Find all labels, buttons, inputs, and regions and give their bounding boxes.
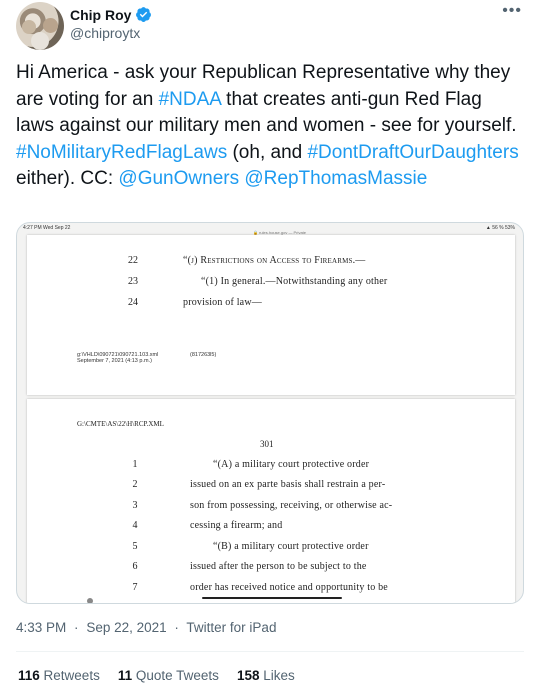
quote-tweets-count: 11: [117, 668, 133, 683]
footer-id: (817263l5): [190, 352, 217, 358]
line-number: 7: [132, 582, 138, 593]
line-text: “(B) a military court protective order: [213, 541, 369, 552]
document-page-1: 22 “(j) Restrictions on Access to Firear…: [27, 235, 515, 395]
status-time: 4:27 PM Wed Sep 22: [23, 225, 71, 231]
line-number: 22: [128, 255, 138, 266]
tweet-header: Chip Roy @chiproytx •••: [16, 0, 526, 52]
home-indicator: [202, 597, 342, 599]
retweets-label: Retweets: [43, 668, 100, 683]
line-number: 2: [132, 479, 138, 490]
tweet-time[interactable]: 4:33 PM: [16, 620, 66, 635]
divider: [16, 651, 524, 652]
quote-tweets-label: Quote Tweets: [135, 668, 219, 683]
avatar-figure: [22, 20, 36, 34]
tweet-text-segment: (oh, and: [227, 141, 308, 163]
line-text: “(1) In general.—Notwithstanding any oth…: [201, 276, 388, 287]
line-number: 24: [128, 297, 138, 308]
tweet-text-segment: either). CC:: [16, 168, 119, 189]
tweet-date[interactable]: Sep 22, 2021: [86, 620, 166, 635]
line-text: son from possessing, receiving, or other…: [190, 500, 393, 511]
hashtag-link[interactable]: #NDAA: [159, 89, 221, 110]
verified-badge-icon: [136, 7, 152, 22]
line-number: 4: [132, 520, 138, 531]
footer-date: September 7, 2021 (4:13 p.m.): [77, 358, 152, 364]
mention-link[interactable]: @RepThomasMassie: [244, 168, 427, 189]
likes-stat[interactable]: 158 Likes: [237, 668, 295, 683]
display-name[interactable]: Chip Roy: [70, 7, 131, 23]
author-name-row[interactable]: Chip Roy: [70, 6, 152, 23]
line-number: 6: [132, 561, 138, 572]
likes-label: Likes: [263, 668, 295, 683]
line-text: “(A) a military court protective order: [213, 459, 370, 470]
hashtag-link[interactable]: #NoMilitaryRedFlagLaws: [16, 142, 227, 163]
mention-link[interactable]: @GunOwners: [118, 168, 239, 189]
scroll-indicator-dot: [87, 598, 93, 603]
line-text: issued on an ex parte basis shall restra…: [190, 479, 386, 490]
hashtag-link[interactable]: #DontDraftOurDaughters: [307, 142, 518, 163]
avatar-figure: [43, 18, 58, 33]
retweets-stat[interactable]: 116 Retweets: [18, 668, 100, 683]
separator: ·: [74, 620, 79, 635]
quote-tweets-stat[interactable]: 11 Quote Tweets: [118, 668, 219, 683]
line-text: provision of law—: [183, 297, 262, 308]
separator: ·: [174, 620, 179, 635]
line-text: cessing a firearm; and: [190, 520, 283, 531]
likes-count: 158: [236, 668, 260, 683]
avatar-figure: [31, 32, 49, 50]
line-text: issued after the person to be subject to…: [190, 561, 367, 572]
more-options-icon[interactable]: •••: [502, 3, 522, 19]
document-page-2: G:\CMTE\AS\22\H\RCP.XML 301 1 “(A) a mil…: [27, 399, 515, 603]
retweets-count: 116: [18, 668, 40, 683]
tweet-metadata: 4:33 PM · Sep 22, 2021 · Twitter for iPa…: [16, 620, 276, 635]
tweet-text: Hi America - ask your Republican Represe…: [16, 60, 521, 193]
line-number: 5: [132, 541, 138, 552]
tweet-media-image[interactable]: 4:27 PM Wed Sep 22 🔒 rules.house.gov — P…: [16, 222, 524, 604]
line-number: 1: [132, 459, 138, 470]
avatar[interactable]: [16, 2, 64, 50]
line-text: order has received notice and opportunit…: [190, 582, 388, 593]
line-text: “(j) Restrictions on Access to Firearms.…: [183, 255, 366, 266]
status-battery: ▲ 56 % 53%: [485, 225, 515, 231]
tweet-stats: 116 Retweets 11 Quote Tweets 158 Likes: [18, 668, 295, 683]
ipad-status-bar: 4:27 PM Wed Sep 22 🔒 rules.house.gov — P…: [17, 223, 523, 235]
author-handle[interactable]: @chiproytx: [70, 25, 140, 41]
page-number: 301: [260, 439, 274, 449]
line-number: 3: [132, 500, 138, 511]
document-header: G:\CMTE\AS\22\H\RCP.XML: [77, 420, 164, 428]
tweet-source[interactable]: Twitter for iPad: [186, 620, 276, 635]
line-number: 23: [128, 276, 138, 287]
